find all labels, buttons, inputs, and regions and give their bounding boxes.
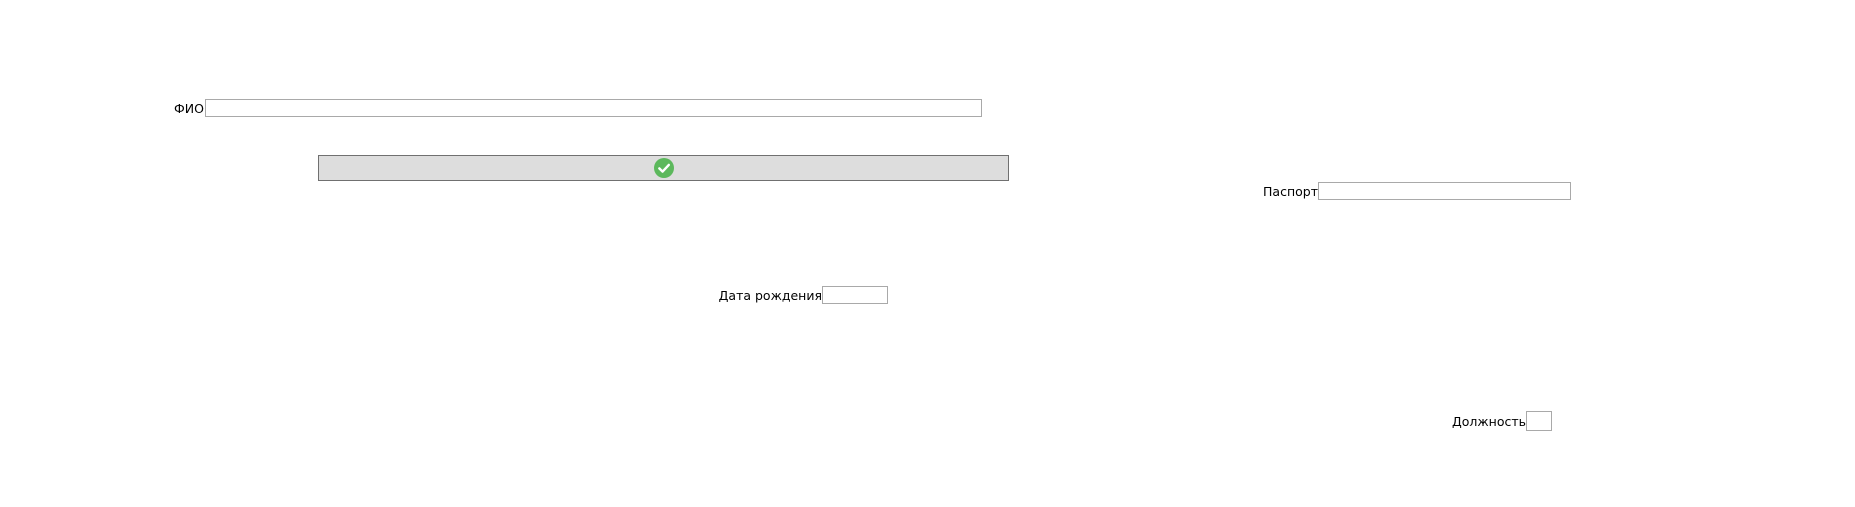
birth-date-label: Дата рождения [718,288,822,303]
position-label: Должность [1451,414,1526,429]
confirm-button[interactable] [318,155,1009,181]
check-circle-icon [653,158,674,178]
passport-label: Паспорт [1263,184,1318,199]
passport-input[interactable] [1318,182,1571,200]
fio-input[interactable] [205,99,982,117]
fio-label: ФИО [174,101,204,116]
birth-date-input[interactable] [822,286,888,304]
position-input[interactable] [1526,411,1552,431]
